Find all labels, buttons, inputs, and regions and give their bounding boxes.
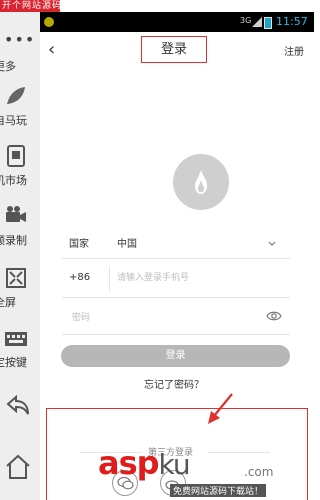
top-strip-text: 开个网站源码 (2, 1, 63, 11)
side-label-leaf: 自马玩 (0, 114, 27, 127)
side-label-more: 更多 (0, 60, 16, 73)
watermark-domain: .com (244, 465, 274, 479)
camera-icon (6, 206, 26, 222)
side-label-fullscreen: 全屏 (0, 296, 16, 309)
phone-screen: 3G 11:57 ‹ 登录 注册 国家 中国 +86 登录 忘记了密码？ (40, 12, 314, 500)
code-divider (109, 266, 110, 292)
status-time: 11:57 (276, 15, 308, 28)
chevron-down-icon[interactable] (268, 240, 276, 248)
phone-code[interactable]: +86 (69, 272, 90, 283)
watermark-logo: aspku (98, 444, 191, 482)
side-item-leaf[interactable]: 自马玩 (0, 84, 40, 142)
status-bar: 3G 11:57 (40, 12, 314, 32)
phone-divider (62, 297, 290, 298)
side-item-keyboard[interactable]: 定按键 (0, 326, 40, 384)
side-label-store: 机市场 (0, 174, 27, 187)
store-icon (7, 145, 25, 167)
back-arrow-icon (6, 394, 29, 415)
side-label-camera: 频录制 (0, 234, 27, 247)
country-select[interactable]: 中国 (117, 235, 137, 250)
phone-input[interactable] (117, 270, 277, 286)
password-divider (62, 334, 290, 335)
register-link[interactable]: 注册 (284, 43, 304, 58)
side-item-store[interactable]: 机市场 (0, 144, 40, 202)
app-notification-icon (44, 17, 54, 27)
home-icon (6, 454, 30, 479)
back-button[interactable]: ‹ (48, 40, 68, 60)
side-item-back[interactable] (0, 392, 40, 450)
forgot-password-link[interactable]: 忘记了密码？ (144, 376, 204, 391)
eye-icon[interactable] (266, 310, 282, 322)
fullscreen-icon (6, 268, 26, 288)
keyboard-icon (5, 332, 27, 346)
side-item-fullscreen[interactable]: 全屏 (0, 266, 40, 324)
login-button[interactable]: 登录 (61, 345, 290, 367)
side-item-camera[interactable]: 频录制 (0, 204, 40, 262)
page-title: 登录 (141, 36, 207, 63)
avatar (173, 154, 229, 210)
network-type: 3G (240, 16, 252, 25)
country-divider (62, 258, 290, 259)
top-red-strip: 开个网站源码 (0, 0, 63, 12)
emulator-side-panel: ••• 更多 自马玩 机市场 频录制 全屏 (0, 12, 41, 500)
third-right-line (208, 452, 270, 453)
password-input[interactable] (72, 310, 252, 326)
side-label-keyboard: 定按键 (0, 356, 27, 369)
side-item-home[interactable] (0, 452, 40, 500)
flame-icon (195, 170, 207, 194)
watermark-tagline: 免费网站源码下载站！ (170, 484, 267, 497)
leaf-icon (7, 87, 25, 104)
country-label: 国家 (69, 239, 89, 250)
signal-icon (252, 17, 262, 27)
battery-icon (264, 17, 272, 29)
